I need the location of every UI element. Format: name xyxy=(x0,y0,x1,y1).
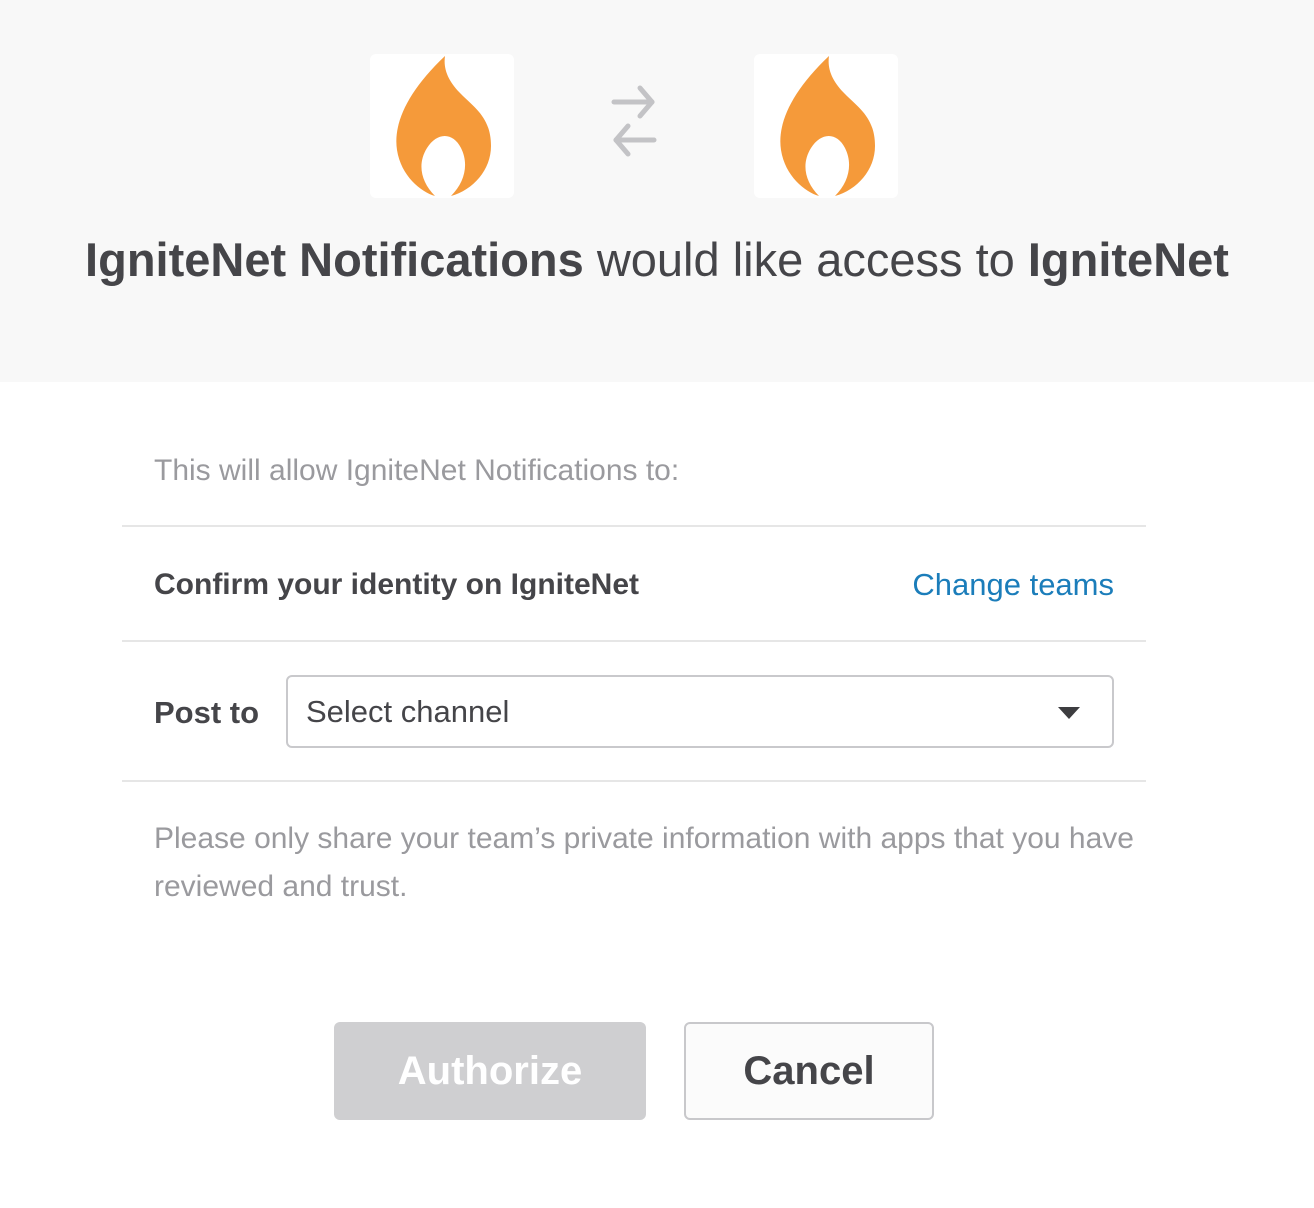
app-logo xyxy=(370,54,514,198)
channel-select-value: Select channel xyxy=(306,694,510,729)
exchange-arrows-icon xyxy=(611,85,657,157)
oauth-header: IgniteNet Notifications would like acces… xyxy=(0,0,1314,382)
change-teams-link[interactable]: Change teams xyxy=(912,564,1114,606)
flame-icon xyxy=(780,56,875,196)
app-name: IgniteNet Notifications xyxy=(85,233,584,286)
divider xyxy=(122,640,1146,642)
privacy-notice: Please only share your team’s private in… xyxy=(154,822,1134,903)
post-to-label: Post to xyxy=(154,695,260,730)
chevron-down-icon xyxy=(1058,707,1080,719)
permissions-intro: This will allow IgniteNet Notifications … xyxy=(154,454,680,487)
workspace-name: IgniteNet xyxy=(1027,233,1229,286)
request-text: would like access to xyxy=(583,233,1028,286)
flame-icon xyxy=(396,56,491,196)
identity-permission-label: Confirm your identity on IgniteNet xyxy=(154,568,639,601)
channel-select[interactable]: Select channel xyxy=(286,675,1114,748)
authorize-button[interactable]: Authorize xyxy=(334,1022,646,1120)
workspace-logo xyxy=(754,54,898,198)
divider xyxy=(122,780,1146,782)
access-request-title: IgniteNet Notifications would like acces… xyxy=(0,228,1314,292)
identity-permission-row: Confirm your identity on IgniteNet Chang… xyxy=(154,564,1114,606)
cancel-button[interactable]: Cancel xyxy=(684,1022,934,1120)
divider xyxy=(122,525,1146,527)
